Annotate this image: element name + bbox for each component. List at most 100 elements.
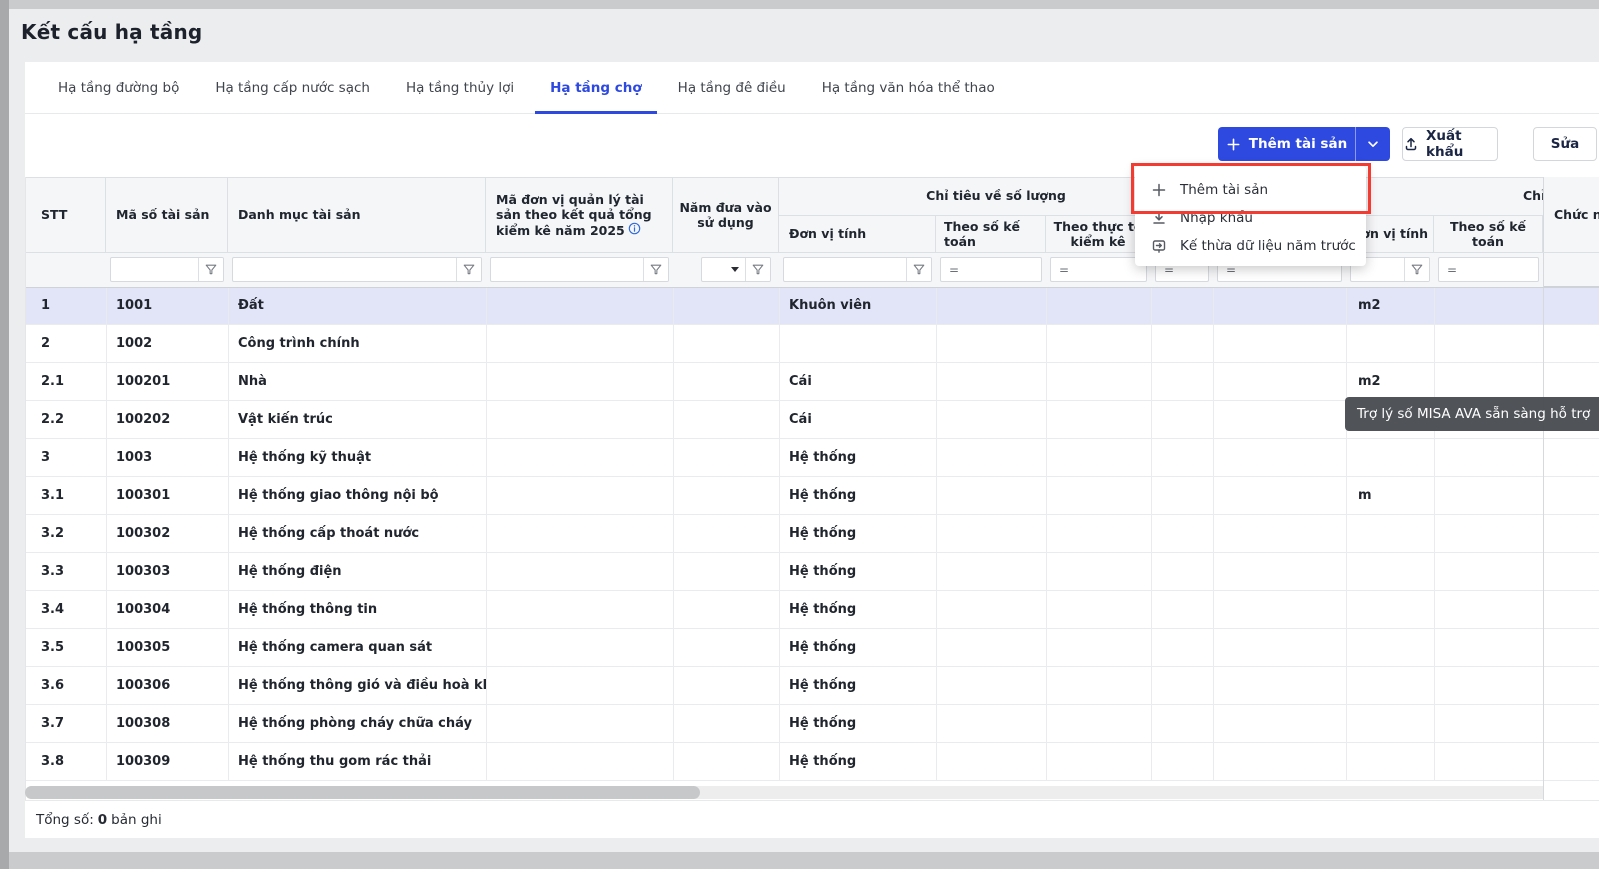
cell-h2 (1213, 363, 1346, 400)
tab-ha-tang-cap-nuoc-sach[interactable]: Hạ tầng cấp nước sạch (200, 62, 385, 113)
equals-operator[interactable]: = (1051, 258, 1069, 281)
cell-h1 (1151, 325, 1213, 362)
cell-ma_so: 100308 (106, 705, 228, 742)
cell-ma_so: 100302 (106, 515, 228, 552)
cell-ma_so: 100303 (106, 553, 228, 590)
table-row[interactable]: 3.8100309Hệ thống thu gom rác thảiHệ thố… (26, 743, 1599, 781)
filter-icon[interactable] (198, 258, 223, 281)
filter-box-danh_muc (232, 257, 482, 282)
tab-ha-tang-van-hoa-the-thao[interactable]: Hạ tầng văn hóa thể thao (807, 62, 1010, 113)
fixed-column-cell (1544, 629, 1599, 667)
filter-input-ma_don_vi[interactable] (491, 258, 643, 281)
filter-input-nam[interactable] (702, 258, 731, 281)
tab-ha-tang-de-dieu[interactable]: Hạ tầng đê điều (663, 62, 801, 113)
horizontal-scrollbar-thumb[interactable] (25, 786, 700, 799)
menu-item-them-tai-san[interactable]: Thêm tài sản (1135, 176, 1366, 204)
table-row[interactable]: 3.7100308Hệ thống phòng cháy chữa cháyHệ… (26, 705, 1599, 743)
table-row[interactable]: 21002Công trình chính (26, 325, 1599, 363)
filter-icon[interactable] (1404, 258, 1429, 281)
header-cell-ma_so[interactable]: Mã số tài sản (106, 177, 228, 252)
header-cell-tskt1[interactable]: Theo số kế toán (936, 215, 1046, 252)
cell-h2 (1213, 667, 1346, 704)
table-row[interactable]: 3.5100305Hệ thống camera quan sátHệ thốn… (26, 629, 1599, 667)
equals-operator[interactable]: = (941, 258, 959, 281)
cell-danh_muc: Hệ thống thu gom rác thải (228, 743, 486, 780)
fixed-column-cell (1544, 325, 1599, 363)
filter-icon[interactable] (906, 258, 931, 281)
tab-ha-tang-duong-bo[interactable]: Hạ tầng đường bộ (43, 62, 194, 113)
tab-ha-tang-thuy-loi[interactable]: Hạ tầng thủy lợi (391, 62, 529, 113)
table-row[interactable]: 3.4100304Hệ thống thông tinHệ thống (26, 591, 1599, 629)
cell-danh_muc: Hệ thống giao thông nội bộ (228, 477, 486, 514)
cell-h1 (1151, 667, 1213, 704)
cell-tskt1 (936, 325, 1046, 362)
table-row[interactable]: 11001ĐấtKhuôn viênm2 (26, 287, 1599, 325)
cell-stt: 3.2 (26, 515, 106, 552)
header-label-dvt1: Đơn vị tính (789, 226, 866, 241)
filter-input-dvt1[interactable] (784, 258, 906, 281)
info-icon[interactable] (625, 222, 641, 235)
cell-ma_don_vi (486, 515, 673, 552)
cell-stt: 3.1 (26, 477, 106, 514)
export-button[interactable]: Xuất khẩu (1402, 127, 1498, 161)
app-window: Kết cấu hạ tầng Hạ tầng đường bộ Hạ tầng… (0, 0, 1599, 869)
cell-nam (673, 363, 779, 400)
caret-down-icon[interactable] (731, 267, 739, 272)
cell-nam (673, 705, 779, 742)
equals-operator[interactable]: = (1439, 258, 1457, 281)
table-row[interactable]: 3.1100301Hệ thống giao thông nội bộHệ th… (26, 477, 1599, 515)
filter-input-tskt2[interactable] (1457, 258, 1538, 281)
column-separator (779, 287, 780, 781)
menu-item-ke-thua-du-lieu[interactable]: Kế thừa dữ liệu năm trước (1135, 232, 1366, 260)
cell-ma_don_vi (486, 591, 673, 628)
filter-input-tskt1[interactable] (959, 258, 1041, 281)
cell-dvt1: Hệ thống (779, 591, 936, 628)
add-asset-dropdown-toggle[interactable] (1355, 127, 1390, 161)
filter-input-danh_muc[interactable] (233, 258, 456, 281)
table-row[interactable]: 31003Hệ thống kỹ thuậtHệ thống (26, 439, 1599, 477)
fixed-column-cell (1544, 667, 1599, 705)
menu-item-nhap-khau[interactable]: Nhập khẩu (1135, 204, 1366, 232)
filter-box-ma_so (110, 257, 224, 282)
cell-h1 (1151, 401, 1213, 438)
table-row[interactable]: 3.6100306Hệ thống thông gió và điều hoà … (26, 667, 1599, 705)
cell-tskt2 (1434, 553, 1543, 590)
cell-danh_muc: Hệ thống điện (228, 553, 486, 590)
cell-ma_so: 100305 (106, 629, 228, 666)
horizontal-scrollbar[interactable] (25, 786, 1599, 799)
fixed-column-cell (1544, 705, 1599, 743)
header-cell-ma_don_vi[interactable]: Mã đơn vị quản lý tài sản theo kết quả t… (486, 177, 673, 252)
cell-tskt1 (936, 629, 1046, 666)
header-cell-chuc-nang[interactable]: Chức năng (1544, 177, 1599, 252)
filter-box-tttkk1: = (1050, 257, 1147, 282)
cell-ma_so: 100306 (106, 667, 228, 704)
edit-button[interactable]: Sửa (1533, 127, 1597, 161)
column-separator (1346, 287, 1347, 781)
tab-ha-tang-cho[interactable]: Hạ tầng chợ (535, 62, 657, 113)
add-asset-split-button[interactable]: Thêm tài sản (1218, 127, 1390, 161)
header-cell-stt[interactable]: STT (26, 177, 106, 252)
header-cell-dvt1[interactable]: Đơn vị tính (779, 215, 936, 252)
filter-input-ma_so[interactable] (111, 258, 198, 281)
table-row[interactable]: 3.3100303Hệ thống điệnHệ thống (26, 553, 1599, 591)
header-cell-danh_muc[interactable]: Danh mục tài sản (228, 177, 486, 252)
filter-icon[interactable] (456, 258, 481, 281)
cell-h2 (1213, 477, 1346, 514)
cell-nam (673, 667, 779, 704)
header-label-tskt1: Theo số kế toán (944, 219, 1041, 249)
cell-tttkk1 (1046, 743, 1151, 780)
add-asset-button[interactable]: Thêm tài sản (1218, 127, 1355, 161)
header-cell-tskt2[interactable]: Theo số kế toán (1434, 215, 1543, 252)
cell-tskt1 (936, 401, 1046, 438)
header-label-danh_muc: Danh mục tài sản (238, 207, 360, 222)
cell-dvt2 (1346, 705, 1434, 742)
filter-icon[interactable] (745, 258, 770, 281)
filter-icon[interactable] (643, 258, 668, 281)
cell-h2 (1213, 287, 1346, 324)
fixed-column-cell (1544, 477, 1599, 515)
table-row[interactable]: 2.1100201NhàCáim2 (26, 363, 1599, 401)
cell-ma_don_vi (486, 363, 673, 400)
header-cell-nam[interactable]: Năm đưa vào sử dụng (673, 177, 779, 252)
export-button-label: Xuất khẩu (1426, 128, 1497, 160)
table-row[interactable]: 3.2100302Hệ thống cấp thoát nướcHệ thống (26, 515, 1599, 553)
